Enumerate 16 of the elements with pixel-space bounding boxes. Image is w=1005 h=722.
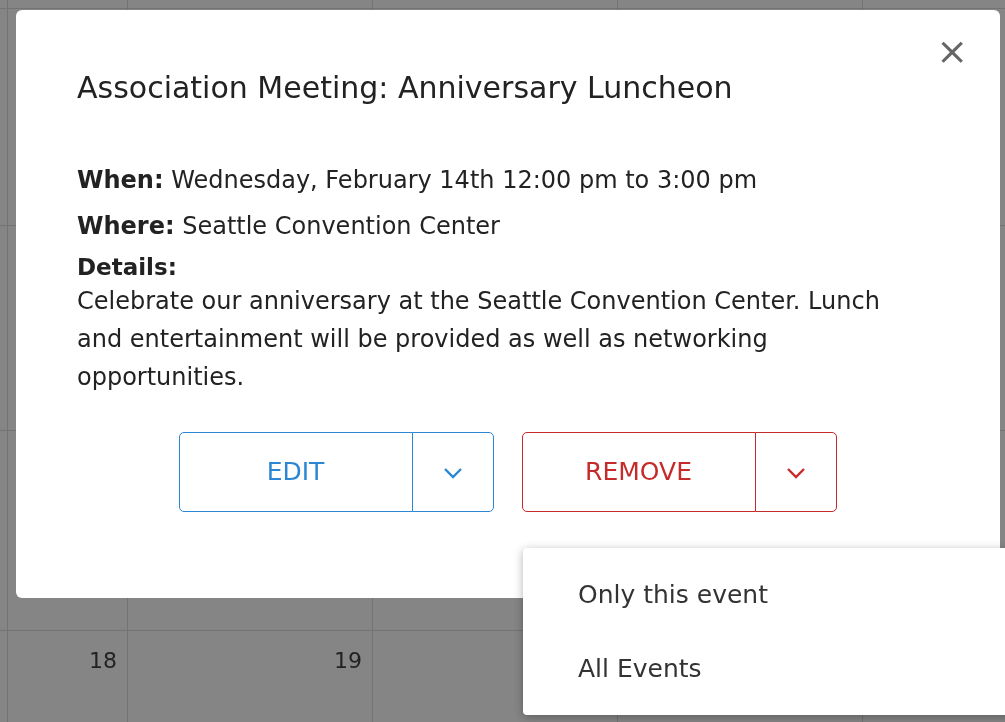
chevron-down-icon (442, 466, 463, 479)
event-detail: When: Wednesday, February 14th 12:00 pm to 3:00 pm (77, 165, 759, 196)
remove-button[interactable]: REMOVE (521, 431, 756, 512)
day-number: 18 (88, 647, 118, 675)
close-button[interactable]: × (932, 32, 972, 70)
chevron-down-icon (785, 466, 806, 479)
event-title: Association Meeting: Anniversary Luncheon (77, 70, 734, 106)
dropdown-toggle[interactable] (754, 431, 837, 512)
menu-item[interactable]: All Events (523, 631, 1005, 705)
details-text: Celebrate our anniversary at the Seattle Convention Center. Lunch and entertainment will be provided as well as networking opportunities. (77, 285, 881, 393)
menu-item[interactable]: Only this event (523, 558, 1005, 632)
details-label: Details: (77, 254, 178, 282)
day-number: 19 (333, 647, 363, 675)
edit-button[interactable]: EDIT (178, 431, 413, 512)
dropdown-toggle[interactable] (411, 431, 494, 512)
event-detail: Where: Seattle Convention Center (77, 211, 501, 242)
